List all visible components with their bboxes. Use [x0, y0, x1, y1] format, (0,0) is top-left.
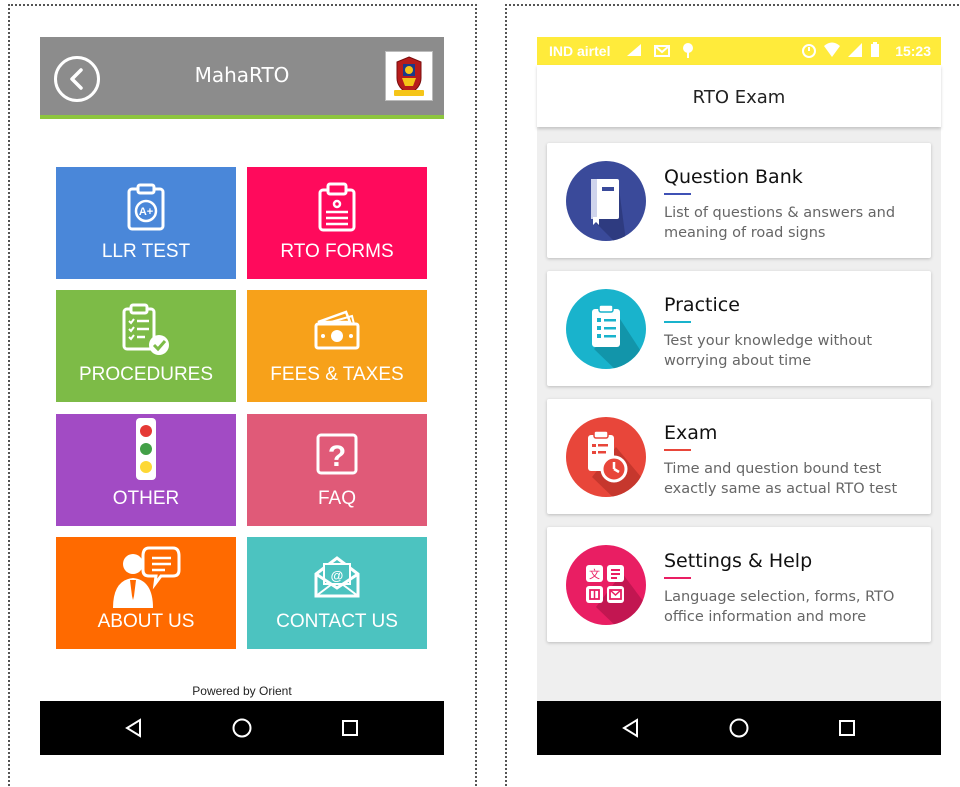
carrier-text: IND airtel: [549, 43, 611, 59]
tile-label: FAQ: [317, 488, 356, 509]
app-header: MahaRTO: [40, 37, 444, 115]
nav-back-icon[interactable]: [124, 718, 144, 738]
nav-home-icon[interactable]: [231, 717, 253, 739]
book-icon: [566, 161, 646, 241]
tile-other[interactable]: OTHER: [56, 414, 236, 526]
tile-llr-test[interactable]: A+ LLR TEST: [56, 167, 236, 279]
settings-grid-icon: 文: [566, 545, 646, 625]
status-bar: IND airtel 15:23: [537, 37, 941, 65]
card-exam[interactable]: Exam Time and question bound test exactl…: [547, 399, 931, 514]
title-underline: [664, 449, 691, 451]
nav-recents-icon[interactable]: [837, 718, 857, 738]
wifi-icon: [824, 42, 840, 57]
forms-clipboard-icon: [318, 182, 356, 232]
clipboard-aplus-icon: A+: [127, 183, 165, 231]
system-nav-bar: [537, 701, 941, 755]
email-envelope-icon: @: [314, 556, 360, 598]
card-question-bank[interactable]: Question Bank List of questions & answer…: [547, 143, 931, 258]
person-speech-icon: [113, 546, 181, 608]
checklist-icon: [122, 303, 169, 355]
tile-label: ABOUT US: [97, 611, 195, 632]
battery-icon: [871, 42, 879, 57]
svg-text:@: @: [331, 568, 344, 583]
card-title: Settings & Help: [664, 550, 813, 572]
nav-home-icon[interactable]: [728, 717, 750, 739]
app-title: RTO Exam: [692, 87, 786, 108]
clipboard-clock-icon: [566, 417, 646, 497]
system-nav-bar: [40, 701, 444, 755]
tile-rto-forms[interactable]: RTO FORMS: [247, 167, 427, 279]
card-title: Question Bank: [664, 166, 803, 188]
card-description: Language selection, forms, RTO office in…: [664, 589, 895, 625]
header-accent-line: [40, 115, 444, 119]
rto-exam-screen: IND airtel 15:23 RTO Exam Question Bank …: [537, 37, 941, 755]
svg-text:文: 文: [589, 567, 600, 581]
tile-label: RTO FORMS: [280, 241, 394, 262]
app-title: MahaRTO: [194, 63, 290, 87]
mail-icon: [654, 45, 670, 57]
tile-contact-us[interactable]: @ CONTACT US: [247, 537, 427, 649]
card-description: Test your knowledge without worrying abo…: [664, 333, 873, 369]
signal-sparkle-icon: [627, 44, 641, 56]
tile-fees-taxes[interactable]: FEES & TAXES: [247, 290, 427, 402]
tile-label: OTHER: [112, 488, 180, 509]
title-underline: [664, 577, 691, 579]
powered-by-footer: Powered by Orient: [192, 684, 292, 698]
card-title: Exam: [664, 422, 718, 444]
tile-label: PROCEDURES: [78, 364, 214, 385]
nav-recents-icon[interactable]: [340, 718, 360, 738]
title-underline: [664, 321, 691, 323]
alarm-icon: [802, 44, 816, 58]
tile-label: LLR TEST: [101, 241, 191, 262]
clock-text: 15:23: [895, 43, 931, 59]
clipboard-list-icon: [566, 289, 646, 369]
tile-about-us[interactable]: ABOUT US: [56, 537, 236, 649]
cell-signal-icon: [848, 43, 862, 57]
traffic-light-icon: [136, 418, 156, 480]
question-icon: ?: [316, 433, 358, 475]
tile-faq[interactable]: ? FAQ: [247, 414, 427, 526]
card-description: List of questions & answers and meaning …: [664, 205, 896, 241]
card-practice[interactable]: Practice Test your knowledge without wor…: [547, 271, 931, 386]
rto-emblem-logo: [385, 51, 433, 101]
app-bar: RTO Exam: [537, 65, 941, 127]
maharto-screen: MahaRTO A+ LLR TEST RTO FORMS PROCEDURES…: [40, 37, 444, 755]
card-title: Practice: [664, 294, 740, 316]
card-description: Time and question bound test exactly sam…: [664, 461, 898, 497]
money-icon: [314, 310, 360, 350]
title-underline: [664, 193, 691, 195]
tile-label: CONTACT US: [276, 611, 398, 632]
svg-text:A+: A+: [139, 206, 153, 218]
notification-icon: [683, 43, 693, 58]
tile-label: FEES & TAXES: [270, 364, 404, 385]
card-settings-help[interactable]: 文 Settings & Help Language selection, fo…: [547, 527, 931, 642]
tile-procedures[interactable]: PROCEDURES: [56, 290, 236, 402]
nav-back-icon[interactable]: [621, 718, 641, 738]
svg-text:?: ?: [328, 440, 346, 473]
